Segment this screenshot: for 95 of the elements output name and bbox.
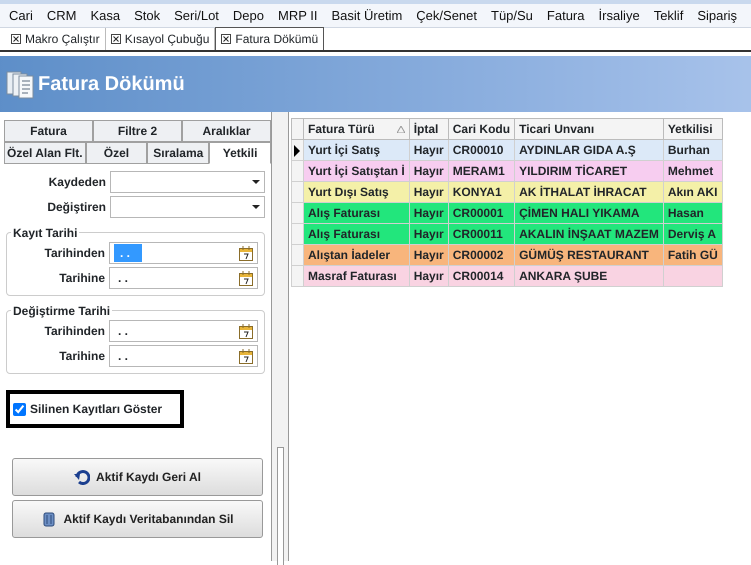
- table-cell: Hayır: [414, 269, 444, 283]
- field-label: Tarihine: [58, 348, 105, 365]
- undo-icon: [74, 469, 90, 485]
- menu-item[interactable]: Sipariş: [690, 6, 744, 26]
- dropdown-field[interactable]: [110, 196, 265, 218]
- table-cell: Hayır: [414, 164, 444, 178]
- table-cell: Akın AKI: [668, 185, 718, 199]
- table-cell: CR00011: [452, 227, 503, 241]
- table-cell: MERAM1: [452, 164, 505, 178]
- table-cell: Derviş A: [668, 227, 716, 241]
- menu-item[interactable]: Kasa: [83, 6, 128, 26]
- table-cell: CR00001: [452, 206, 504, 220]
- table-cell: AK İTHALAT İHRACAT: [519, 185, 647, 199]
- column-header[interactable]: Fatura Türü: [304, 118, 410, 140]
- menu-item[interactable]: Fatura: [540, 6, 592, 26]
- table-cell: Yurt Dışı Satış: [308, 185, 389, 199]
- caret-icon: [252, 180, 260, 184]
- menu-item[interactable]: Cari: [2, 6, 40, 26]
- table-cell: YILDIRIM TİCARET: [519, 164, 628, 178]
- close-icon: [11, 34, 21, 44]
- table-cell: ANKARA ŞUBE: [519, 269, 608, 283]
- column-header[interactable]: Cari Kodu: [448, 118, 515, 140]
- menu-item[interactable]: Tüp/Su: [484, 6, 540, 26]
- row-indicator[interactable]: [292, 140, 304, 160]
- menu-item[interactable]: Çek/Senet: [409, 6, 484, 26]
- menu-item[interactable]: MRP II: [271, 6, 324, 26]
- date-value: . .: [114, 244, 142, 262]
- action-button[interactable]: Aktif Kaydı Veritabanından Sil: [12, 500, 263, 538]
- table-cell: Hayır: [414, 143, 444, 157]
- menu-item[interactable]: Basit Üretim: [324, 6, 410, 26]
- menu-item[interactable]: CRM: [40, 6, 84, 26]
- calendar-icon: [239, 246, 253, 260]
- table-cell: GÜMÜŞ RESTAURANT: [519, 248, 649, 262]
- table-cell: Yurt İçi Satıştan İ: [308, 164, 405, 178]
- table-cell: Hasan: [668, 206, 704, 220]
- menu-item[interactable]: Depo: [226, 6, 271, 26]
- table-cell: Hayır: [414, 185, 444, 199]
- calendar-icon: [239, 270, 253, 286]
- column-header[interactable]: İptal: [409, 118, 448, 140]
- column-header[interactable]: Yetkilisi: [663, 118, 722, 140]
- filter-tab[interactable]: Sıralama: [147, 142, 210, 164]
- close-icon: [221, 34, 232, 44]
- table-cell: Hayır: [414, 206, 444, 220]
- date-field[interactable]: . .: [109, 320, 258, 342]
- menu-item[interactable]: İrsaliye: [592, 6, 647, 26]
- table-cell: KONYA1: [452, 185, 502, 199]
- document-tab[interactable]: Makro Çalıştır: [6, 28, 106, 50]
- splitter-handle[interactable]: [277, 447, 284, 565]
- page-title: Fatura Dökümü: [38, 72, 185, 97]
- date-value: . .: [117, 323, 130, 340]
- calendar-icon: [239, 324, 253, 338]
- field-label: Tarihinden: [44, 323, 105, 340]
- filter-tab[interactable]: Fatura: [4, 120, 93, 142]
- checkbox[interactable]: [13, 402, 26, 416]
- field-label: Kaydeden: [48, 174, 106, 191]
- date-field[interactable]: . .: [109, 345, 258, 367]
- action-button[interactable]: Aktif Kaydı Geri Al: [12, 458, 263, 496]
- table-cell: Alış Faturası: [308, 206, 380, 220]
- date-value: . .: [117, 348, 130, 365]
- caret-icon: [252, 205, 260, 209]
- table-cell: Yurt İçi Satış: [308, 143, 380, 157]
- menu-item[interactable]: Teklif: [646, 6, 690, 26]
- document-tab[interactable]: Fatura Dökümü: [215, 27, 324, 50]
- table-cell: AKALIN İNŞAAT MAZEM: [519, 227, 659, 241]
- date-value: . .: [117, 270, 130, 287]
- table-cell: AYDINLAR GIDA A.Ş: [519, 143, 636, 157]
- calendar-icon: [239, 348, 253, 364]
- table-cell: CR00010: [452, 143, 504, 157]
- column-header[interactable]: Ticari Unvanı: [514, 118, 664, 140]
- table-cell: Hayır: [414, 227, 444, 241]
- table-cell: Mehmet: [668, 164, 714, 178]
- field-label: Tarihine: [58, 270, 105, 287]
- filter-tab[interactable]: Yetkili: [209, 142, 271, 164]
- dropdown-field[interactable]: [110, 171, 265, 193]
- table-cell: Alış Faturası: [308, 227, 380, 241]
- menu-item[interactable]: Stok: [127, 6, 168, 26]
- table-cell: Hayır: [414, 248, 444, 262]
- table-cell: Burhan: [668, 143, 710, 157]
- field-label: Tarihinden: [44, 245, 105, 262]
- table-cell: ÇİMEN HALI YIKAMA: [519, 206, 640, 220]
- date-field[interactable]: . .: [109, 267, 258, 289]
- table-cell: Alıştan İadeler: [308, 248, 390, 262]
- table-cell: Masraf Faturası: [308, 269, 397, 283]
- table-cell: CR00002: [452, 248, 504, 262]
- menu-item[interactable]: Seri/Lot: [167, 6, 226, 26]
- filter-tab[interactable]: Özel Alan Flt.: [4, 142, 86, 164]
- filter-tab[interactable]: Filtre 2: [93, 120, 182, 142]
- field-label: Değiştiren: [46, 199, 106, 216]
- close-icon: [110, 34, 121, 44]
- table-cell: Fatih GÜ: [668, 248, 718, 262]
- bin-icon: [41, 511, 58, 527]
- filter-tab[interactable]: Özel: [86, 142, 148, 164]
- checkbox-label: Silinen Kayıtları Göster: [30, 401, 162, 418]
- table-cell: CR00014: [452, 269, 504, 283]
- filter-tab[interactable]: Aralıklar: [182, 120, 271, 142]
